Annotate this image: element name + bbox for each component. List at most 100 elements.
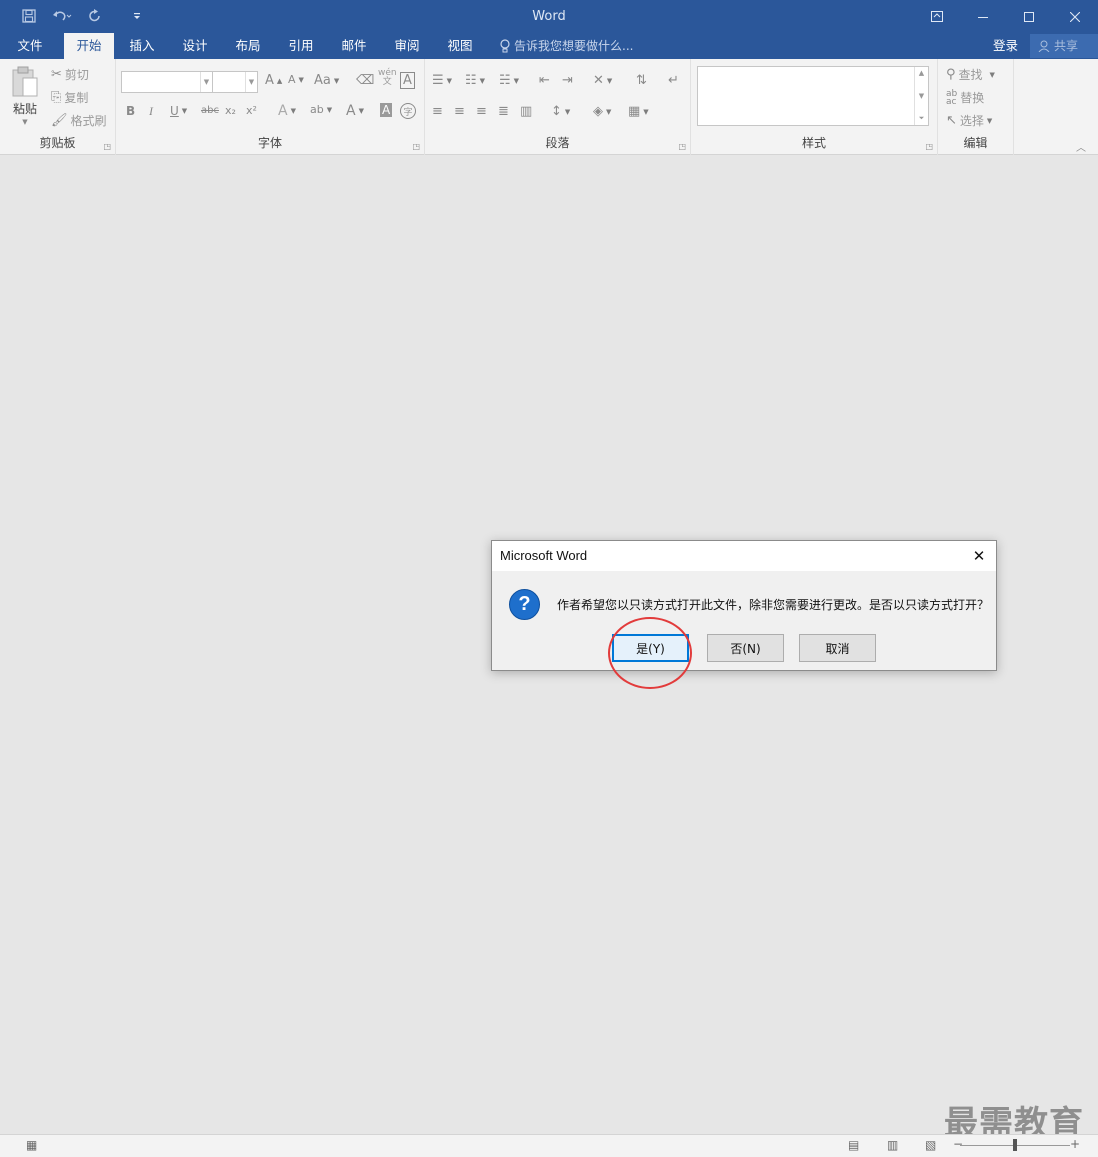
- tab-mailings[interactable]: 邮件: [330, 33, 378, 59]
- superscript-button[interactable]: x²: [246, 104, 257, 117]
- numbered-list-icon: ☷: [465, 73, 477, 88]
- tab-home[interactable]: 开始: [64, 33, 114, 59]
- dialog-message: 作者希望您以只读方式打开此文件，除非您需要进行更改。是否以只读方式打开？: [557, 598, 990, 612]
- tab-references[interactable]: 引用: [277, 33, 325, 59]
- paint-bucket-icon: ◈: [593, 104, 603, 119]
- print-layout-icon[interactable]: ▥: [887, 1138, 898, 1152]
- paste-button[interactable]: 粘贴 ▼: [10, 65, 40, 126]
- status-bar: ▦ ▤ ▥ ▧ − +: [0, 1134, 1098, 1157]
- clear-formatting-button[interactable]: ⌫: [356, 73, 374, 88]
- maximize-icon[interactable]: [1006, 0, 1052, 33]
- tab-design[interactable]: 设计: [171, 33, 219, 59]
- line-spacing-button[interactable]: ↕ ▼: [551, 104, 570, 119]
- justify-button[interactable]: ≣: [498, 104, 509, 119]
- font-launcher-icon[interactable]: ◳: [412, 142, 420, 151]
- question-icon: ?: [509, 589, 540, 620]
- bullets-button[interactable]: ☰ ▼: [432, 73, 452, 88]
- font-group: ▼ ▼ A ▲ A ▼ Aa ▼ ⌫ wén 文 A B I U ▼ abc x₂ x² …: [116, 59, 425, 155]
- chevron-down-icon[interactable]: ▼: [200, 72, 212, 92]
- collapse-ribbon-icon[interactable]: ︿: [1076, 139, 1086, 154]
- web-layout-icon[interactable]: ▧: [925, 1138, 936, 1152]
- find-button[interactable]: ⚲ 查找 ▼: [946, 66, 995, 83]
- tab-insert[interactable]: 插入: [118, 33, 166, 59]
- numbering-button[interactable]: ☷ ▼: [465, 73, 485, 88]
- sign-in-link[interactable]: 登录: [993, 33, 1018, 59]
- shrink-font-button[interactable]: A ▼: [288, 73, 304, 86]
- chevron-down-icon[interactable]: ▼: [919, 92, 924, 100]
- italic-button[interactable]: I: [149, 104, 153, 119]
- paragraph-launcher-icon[interactable]: ◳: [678, 142, 686, 151]
- shrink-font-icon: A: [288, 73, 296, 86]
- zoom-out-icon[interactable]: −: [953, 1137, 963, 1151]
- shading-button[interactable]: ◈ ▼: [593, 104, 611, 119]
- cursor-arrow-icon: ↖: [946, 113, 957, 128]
- close-icon[interactable]: ✕: [968, 545, 990, 567]
- tab-view[interactable]: 视图: [436, 33, 484, 59]
- align-left-button[interactable]: ≡: [432, 104, 443, 119]
- tab-file[interactable]: 文件: [6, 33, 54, 59]
- distributed-button[interactable]: ▥: [520, 104, 532, 119]
- font-color-icon: A: [346, 103, 356, 119]
- share-button[interactable]: 共享: [1030, 34, 1098, 58]
- macro-record-icon[interactable]: ▦: [26, 1138, 37, 1152]
- font-size-combo[interactable]: ▼: [212, 71, 258, 93]
- find-label: 查找: [958, 68, 983, 82]
- show-marks-button[interactable]: ↵: [668, 73, 679, 88]
- sort-button[interactable]: ⇅: [636, 73, 647, 88]
- character-shading-button[interactable]: A: [380, 103, 393, 117]
- enclose-characters-button[interactable]: 字: [400, 103, 416, 119]
- font-color-button[interactable]: A ▼: [346, 103, 364, 119]
- paste-dropdown-icon[interactable]: ▼: [22, 118, 27, 126]
- chinese-layout-button[interactable]: ✕ ▼: [593, 73, 612, 88]
- cancel-button[interactable]: 取消: [799, 634, 876, 662]
- font-name-combo[interactable]: ▼: [121, 71, 213, 93]
- decrease-indent-button[interactable]: ⇤: [539, 73, 550, 88]
- minimize-icon[interactable]: [960, 0, 1006, 33]
- subscript-button[interactable]: x₂: [225, 104, 236, 117]
- paste-icon: [12, 66, 38, 97]
- character-border-button[interactable]: A: [400, 72, 415, 89]
- character-shading-icon: A: [382, 103, 391, 117]
- zoom-slider-handle[interactable]: [1013, 1139, 1017, 1151]
- styles-gallery[interactable]: ▲ ▼ ⏷: [697, 66, 929, 126]
- highlight-button[interactable]: ab ▼: [310, 103, 332, 116]
- tab-layout[interactable]: 布局: [224, 33, 272, 59]
- format-painter-label: 格式刷: [70, 114, 107, 128]
- styles-launcher-icon[interactable]: ◳: [925, 142, 933, 151]
- no-button[interactable]: 否(N): [707, 634, 784, 662]
- replace-button[interactable]: ab ac 替换: [946, 89, 984, 106]
- paragraph-group: ☰ ▼ ☷ ▼ ☵ ▼ ⇤ ⇥ ✕ ▼ ⇅ ↵ ≡ ≡ ≡ ≣ ▥ ↕ ▼ ◈ ▼ ▦ ▼ 段…: [425, 59, 691, 155]
- read-mode-icon[interactable]: ▤: [848, 1138, 859, 1152]
- phonetic-guide-button[interactable]: wén 文: [378, 69, 397, 87]
- bold-button[interactable]: B: [126, 104, 135, 118]
- copy-button[interactable]: ⎘ 复制: [51, 89, 88, 106]
- align-right-icon: ≡: [476, 104, 487, 119]
- chevron-up-icon[interactable]: ▲: [919, 69, 924, 77]
- tell-me-search[interactable]: 告诉我您想要做什么...: [500, 33, 633, 59]
- clipboard-group-label: 剪贴板: [39, 136, 76, 150]
- line-spacing-icon: ↕: [551, 104, 562, 119]
- tab-review[interactable]: 审阅: [383, 33, 431, 59]
- strikethrough-button[interactable]: abc: [201, 105, 219, 116]
- borders-button[interactable]: ▦ ▼: [628, 104, 649, 119]
- grow-font-button[interactable]: A ▲: [265, 73, 282, 88]
- close-icon[interactable]: [1052, 0, 1098, 33]
- text-effects-button[interactable]: A ▼: [278, 103, 296, 119]
- zoom-in-icon[interactable]: +: [1070, 1137, 1080, 1151]
- underline-button[interactable]: U ▼: [170, 104, 187, 118]
- chevron-down-icon[interactable]: ▼: [245, 72, 257, 92]
- replace-label: 替换: [960, 91, 985, 105]
- more-styles-icon[interactable]: ⏷: [919, 114, 925, 123]
- align-right-button[interactable]: ≡: [476, 104, 487, 119]
- decrease-indent-icon: ⇤: [539, 73, 550, 88]
- align-center-button[interactable]: ≡: [454, 104, 465, 119]
- select-button[interactable]: ↖ 选择 ▼: [946, 112, 992, 129]
- cut-button[interactable]: ✂ 剪切: [51, 66, 89, 83]
- editing-group-label: 编辑: [963, 136, 988, 150]
- format-painter-button[interactable]: 🖌 格式刷: [51, 112, 107, 129]
- increase-indent-button[interactable]: ⇥: [562, 73, 573, 88]
- multilevel-list-button[interactable]: ☵ ▼: [499, 73, 519, 88]
- clipboard-launcher-icon[interactable]: ◳: [103, 142, 111, 151]
- change-case-button[interactable]: Aa ▼: [314, 73, 339, 88]
- ribbon-display-options-icon[interactable]: [914, 0, 960, 33]
